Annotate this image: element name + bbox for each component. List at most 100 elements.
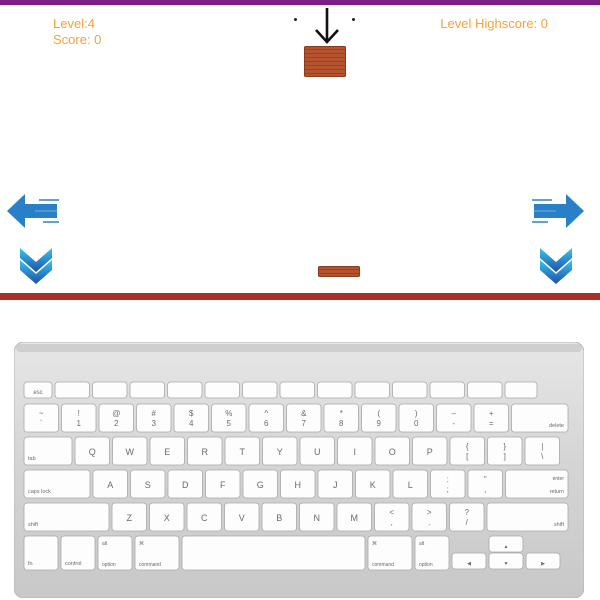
key-qsym-0-top: {	[466, 442, 469, 451]
key-arrow-left-label: ◀	[467, 561, 471, 567]
key-asym-0-bottom: ;	[447, 485, 449, 494]
left-arrow-icon[interactable]	[5, 191, 61, 231]
key-i-label: I	[353, 447, 356, 457]
key-command-left-bottom: command	[139, 562, 161, 568]
key-qsym-1-bottom: ]	[504, 452, 506, 461]
key-asym-1-bottom: ,	[484, 485, 486, 494]
key-option-left-top: alt	[102, 541, 108, 547]
key-num-11-top: –	[452, 409, 457, 418]
key-caps-lock-label: caps lock	[28, 489, 51, 495]
key-f10	[392, 381, 428, 399]
key-num-8-top: *	[340, 409, 343, 418]
down-arrow-icon	[315, 8, 339, 44]
key-h-label: H	[295, 480, 302, 490]
key-option-right-top: alt	[419, 541, 425, 547]
key-num-4-bottom: 4	[189, 419, 194, 428]
key-f6	[242, 381, 278, 399]
key-num-1-bottom: 1	[77, 419, 82, 428]
key-num-3-bottom: 3	[152, 419, 157, 428]
key-command-left-top: ⌘	[139, 541, 144, 547]
key-num-12-bottom: =	[489, 419, 494, 428]
key-a-label: A	[107, 480, 113, 490]
key-f9	[354, 381, 390, 399]
key-f1	[54, 381, 90, 399]
key-t-label: T	[240, 447, 246, 457]
key-w-label: W	[126, 447, 135, 457]
key-g-label: G	[257, 480, 264, 490]
key-num-7-bottom: 7	[302, 419, 307, 428]
key-num-11-bottom: -	[452, 419, 455, 428]
key-zsym-1-top: >	[427, 508, 432, 517]
key-f5	[204, 381, 240, 399]
key-e-label: E	[164, 447, 170, 457]
key-f11	[429, 381, 465, 399]
key-num-8-bottom: 8	[339, 419, 344, 428]
key-u-label: U	[314, 447, 321, 457]
right-arrow-icon[interactable]	[530, 191, 586, 231]
key-num-5-bottom: 5	[227, 419, 232, 428]
level-label: Level:4	[53, 16, 95, 31]
key-asym-0-top: :	[447, 475, 449, 484]
dot-right	[352, 18, 355, 21]
key-qsym-2-top: |	[541, 442, 543, 451]
key-y-label: Y	[277, 447, 283, 457]
key-eject	[504, 381, 538, 399]
key-option-right-bottom: option	[419, 562, 433, 568]
key-d-label: D	[182, 480, 189, 490]
keyboard-image: esc ~`!1 @2 #3 $4%5 ^6 &7 *8 (9)0 –- += delete tab Q W…	[14, 342, 584, 598]
key-esc-label: esc	[33, 390, 42, 396]
key-command-right-bottom: command	[372, 562, 394, 568]
key-l-label: L	[408, 480, 413, 490]
key-zsym-1-bottom: .	[428, 518, 430, 527]
key-z-label: Z	[127, 513, 133, 523]
key-f3	[129, 381, 165, 399]
key-tab-label: tab	[28, 456, 36, 462]
key-option-left-bottom: option	[102, 562, 116, 568]
key-num-7-top: &	[301, 409, 307, 418]
key-qsym-1-top: }	[503, 442, 506, 451]
key-shift-right-label: shift	[554, 522, 565, 528]
key-space	[181, 535, 366, 571]
key-num-10-top: )	[415, 409, 418, 418]
key-f12	[467, 381, 503, 399]
key-num-4-top: $	[189, 409, 194, 418]
floor-bar	[0, 293, 600, 300]
key-num-2-top: @	[112, 409, 120, 418]
chevron-down-icon[interactable]	[20, 246, 52, 286]
key-v-label: V	[239, 513, 245, 523]
key-delete-label: delete	[549, 423, 564, 429]
key-num-1-top: !	[78, 409, 80, 418]
key-r-label: R	[202, 447, 209, 457]
chevron-down-icon[interactable]	[540, 246, 572, 286]
key-o-label: O	[389, 447, 396, 457]
key-num-9-top: (	[377, 409, 380, 418]
key-num-5-top: %	[225, 409, 232, 418]
key-num-9-bottom: 9	[377, 419, 382, 428]
key-arrow-up-label: ▲	[504, 544, 509, 550]
key-j-label: J	[333, 480, 338, 490]
key-zsym-2-top: ?	[465, 508, 470, 517]
key-f7	[279, 381, 315, 399]
key-num-12-top: +	[489, 409, 494, 418]
key-p-label: P	[427, 447, 433, 457]
key-asym-1-top: "	[484, 475, 487, 484]
score-label: Score: 0	[53, 32, 102, 47]
key-num-0-bottom: `	[40, 419, 43, 428]
key-n-label: N	[314, 513, 321, 523]
key-num-6-top: ^	[264, 409, 268, 418]
level-highscore-label: Level Highscore: 0	[440, 16, 548, 31]
key-s-label: S	[145, 480, 151, 490]
key-zsym-0-bottom: ,	[391, 518, 393, 527]
dot-left	[294, 18, 297, 21]
key-command-right-top: ⌘	[372, 541, 377, 547]
key-num-2-bottom: 2	[114, 419, 119, 428]
key-return-bottom: return	[550, 489, 564, 495]
key-arrow-down-label: ▼	[504, 561, 509, 567]
key-num-0-top: ~	[39, 409, 44, 418]
key-b-label: B	[276, 513, 282, 523]
key-f8	[317, 381, 353, 399]
key-zsym-0-top: <	[389, 508, 394, 517]
paddle-brick	[318, 266, 360, 277]
key-fn-label: fn	[28, 561, 33, 567]
key-c-label: C	[201, 513, 208, 523]
